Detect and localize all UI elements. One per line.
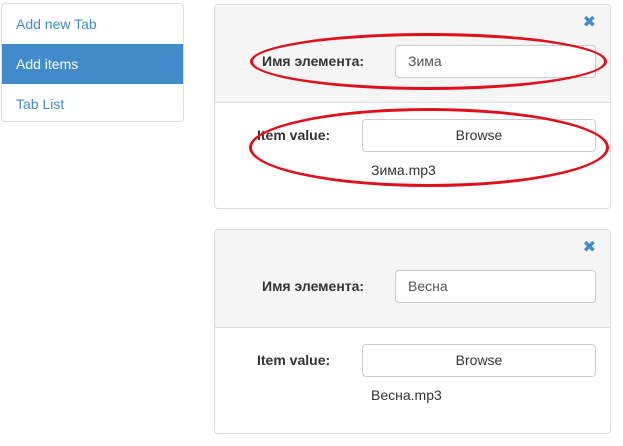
file-name: Зима.mp3 — [371, 162, 436, 178]
close-icon[interactable]: ✖ — [583, 15, 596, 31]
file-name: Весна.mp3 — [371, 387, 442, 403]
item-value-label: Item value: — [257, 127, 331, 143]
item-name-label: Имя элемента: — [262, 53, 365, 69]
close-icon[interactable]: ✖ — [583, 240, 596, 256]
panel-header: ✖ Имя элемента: Весна — [215, 230, 610, 328]
item-panel-2: ✖ Имя элемента: Весна Item value: Browse… — [214, 229, 611, 434]
item-name-input[interactable]: Зима — [395, 45, 596, 78]
sidebar-nav: Add new Tab Add items Tab List — [1, 3, 184, 122]
sidebar-item-add-new-tab[interactable]: Add new Tab — [2, 4, 183, 44]
item-value-label: Item value: — [257, 352, 331, 368]
sidebar-item-add-items[interactable]: Add items — [2, 44, 183, 84]
page: Add new Tab Add items Tab List ✖ Имя эле… — [0, 0, 623, 446]
item-name-label: Имя элемента: — [262, 278, 365, 294]
item-name-input[interactable]: Весна — [395, 270, 596, 303]
sidebar-item-tab-list[interactable]: Tab List — [2, 84, 183, 121]
browse-button[interactable]: Browse — [362, 344, 596, 377]
item-panel-1: ✖ Имя элемента: Зима Item value: Browse … — [214, 4, 611, 209]
panel-header: ✖ Имя элемента: Зима — [215, 5, 610, 103]
browse-button[interactable]: Browse — [362, 119, 596, 152]
